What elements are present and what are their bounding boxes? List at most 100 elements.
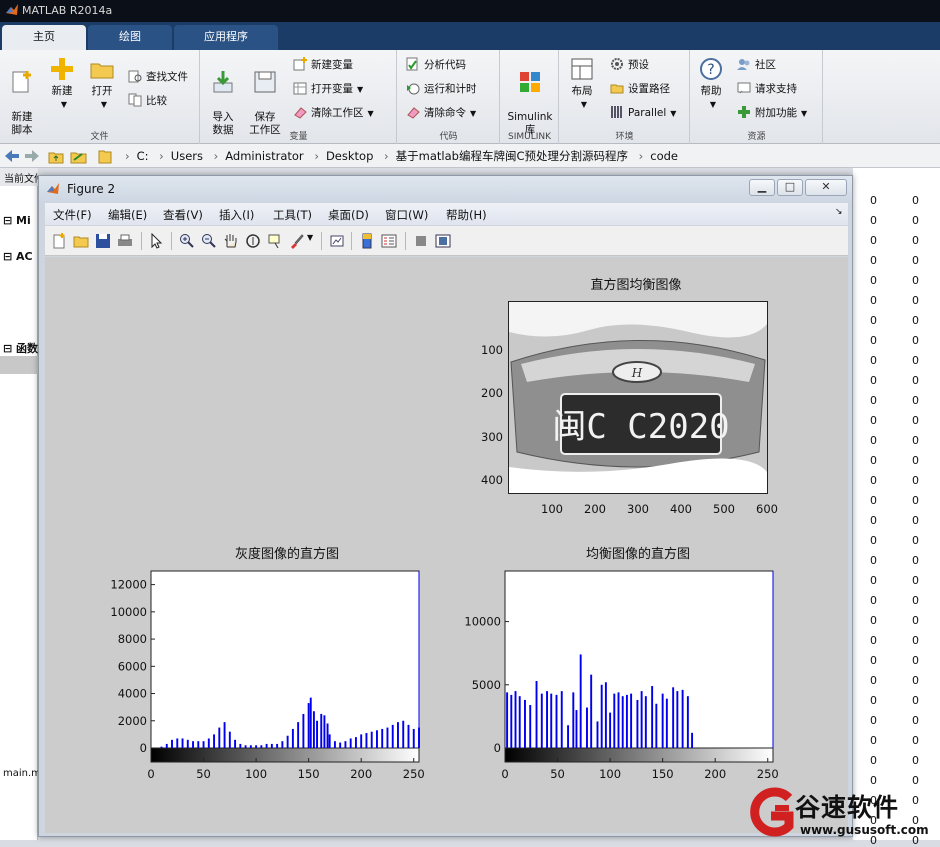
layout-button[interactable]: 布局 ▼ [566, 56, 598, 111]
breadcrumb-item[interactable]: Users [171, 149, 203, 163]
find-files-button[interactable]: 查找文件 [128, 68, 188, 86]
clear-workspace-button[interactable]: 清除工作区 ▼ [293, 104, 374, 122]
open-variable-button[interactable]: 打开变量 ▼ [293, 80, 363, 98]
help-icon: ? [700, 58, 722, 80]
histogram-bar [312, 711, 315, 748]
chevron-down-icon: ▼ [580, 100, 588, 109]
menu-window[interactable]: 窗口(W) [385, 207, 428, 223]
open-file-icon[interactable] [73, 233, 89, 249]
histogram-bar [412, 728, 415, 748]
histogram-bar [386, 727, 389, 748]
print-icon[interactable] [117, 233, 133, 249]
menu-edit[interactable]: 编辑(E) [108, 207, 147, 223]
output-value: 0 [912, 394, 919, 407]
figure-title-bar[interactable]: Figure 2 ▁ □ ✕ [39, 176, 852, 202]
insert-colorbar-icon[interactable] [359, 233, 375, 249]
folder-section-ac[interactable]: ⊟ AC [3, 250, 33, 263]
tab-home[interactable]: 主页 [2, 25, 86, 50]
open-button[interactable]: 打开 ▼ [84, 56, 120, 111]
new-variable-button[interactable]: 新建变量 [293, 56, 353, 74]
maximize-button[interactable]: □ [777, 179, 803, 196]
zoom-out-icon[interactable] [201, 233, 217, 249]
histogram-bar [510, 694, 513, 748]
histogram-bar [672, 687, 675, 748]
equalized-histogram-chart[interactable]: 0 5000 10000 0 50 100 150 200 250 [445, 557, 845, 782]
forward-arrow-icon[interactable] [24, 149, 40, 163]
menu-view[interactable]: 查看(V) [163, 207, 203, 223]
hide-plot-tools-icon[interactable] [413, 233, 429, 249]
menu-desktop[interactable]: 桌面(D) [328, 207, 369, 223]
parallel-button[interactable]: Parallel ▼ [610, 104, 676, 122]
histogram-bar [307, 703, 310, 748]
breadcrumb-separator: › [638, 149, 644, 163]
new-button[interactable]: 新建 ▼ [44, 56, 80, 111]
selected-row[interactable] [0, 356, 38, 374]
breadcrumb-separator: › [213, 149, 219, 163]
pointer-arrow-icon[interactable] [149, 233, 165, 249]
chevron-down-icon: ▼ [357, 85, 364, 94]
histogram-bar [302, 713, 305, 748]
save-icon[interactable] [95, 233, 111, 249]
output-value: 0 [870, 294, 877, 307]
show-plot-tools-icon[interactable] [435, 233, 451, 249]
breadcrumb-item[interactable]: Administrator [225, 149, 303, 163]
output-value: 0 [912, 574, 919, 587]
set-path-button[interactable]: 设置路径 [610, 80, 670, 98]
add-ons-button[interactable]: 附加功能 ▼ [737, 104, 807, 122]
output-value: 0 [870, 714, 877, 727]
breadcrumb-item[interactable]: Desktop [326, 149, 373, 163]
brush-icon[interactable] [289, 233, 305, 249]
preferences-button[interactable]: 预设 [610, 56, 649, 74]
menu-help[interactable]: 帮助(H) [446, 207, 487, 223]
dock-arrow-icon[interactable]: ↘ [835, 207, 843, 217]
rotate-3d-icon[interactable] [245, 233, 261, 249]
folder-section-functions[interactable]: ⊟ 函数 [3, 340, 38, 356]
menu-tools[interactable]: 工具(T) [273, 207, 312, 223]
clear-commands-button[interactable]: 清除命令 ▼ [406, 104, 476, 122]
minimize-button[interactable]: ▁ [749, 179, 775, 196]
output-value: 0 [912, 354, 919, 367]
breadcrumb-item[interactable]: C: [137, 149, 149, 163]
browse-folder-icon[interactable] [70, 148, 88, 164]
output-value: 0 [912, 634, 919, 647]
tab-plots[interactable]: 绘图 [88, 25, 172, 50]
community-button[interactable]: 社区 [737, 56, 776, 74]
breadcrumb-item[interactable]: code [650, 149, 678, 163]
equalized-image-axes[interactable]: H 闽C C2020 [508, 301, 768, 494]
menu-file[interactable]: 文件(F) [53, 207, 92, 223]
data-cursor-icon[interactable] [267, 233, 283, 249]
request-support-button[interactable]: 请求支持 [737, 80, 797, 98]
output-value: 0 [870, 234, 877, 247]
gray-histogram-chart[interactable]: 0 2000 4000 6000 8000 10000 12000 0 50 100 150 200 2… [45, 557, 445, 782]
histogram-bar [407, 724, 410, 748]
toolbar-separator [405, 232, 406, 250]
zoom-in-icon[interactable] [179, 233, 195, 249]
breadcrumb-item[interactable]: 基于matlab编程车牌闽C预处理分割源码程序 [396, 149, 628, 163]
grayscale-colorbar [150, 747, 420, 763]
y-tick-label: 100 [481, 343, 503, 357]
link-plot-icon[interactable] [329, 233, 345, 249]
new-script-button[interactable]: 新建 脚本 [4, 56, 40, 137]
menu-insert[interactable]: 插入(I) [219, 207, 254, 223]
new-figure-icon[interactable] [51, 233, 67, 249]
analyze-code-button[interactable]: 分析代码 [406, 56, 466, 74]
close-button[interactable]: ✕ [805, 179, 847, 196]
x-tick-label: 50 [550, 767, 565, 781]
output-value: 0 [870, 274, 877, 287]
back-arrow-icon[interactable] [4, 149, 20, 163]
simulink-library-button[interactable]: Simulink 库 [505, 56, 555, 137]
figure-window[interactable]: Figure 2 ▁ □ ✕ 文件(F) 编辑(E) 查看(V) 插入(I) 工… [38, 175, 853, 837]
help-button[interactable]: ? 帮助 ▼ [697, 56, 725, 111]
tab-apps[interactable]: 应用程序 [174, 25, 278, 50]
up-folder-icon[interactable] [48, 148, 64, 164]
compare-button[interactable]: 比较 [128, 92, 167, 110]
save-workspace-button[interactable]: 保存 工作区 [245, 56, 285, 137]
histogram-bar [567, 725, 570, 748]
pan-hand-icon[interactable] [223, 233, 239, 249]
chevron-down-icon[interactable]: ▼ [307, 233, 313, 242]
insert-legend-icon[interactable] [381, 233, 397, 249]
folder-section-mi[interactable]: ⊟ Mi [3, 214, 31, 227]
import-data-button[interactable]: 导入 数据 [205, 56, 241, 137]
chevron-down-icon: ▼ [670, 109, 677, 118]
run-and-time-button[interactable]: 运行和计时 [406, 80, 477, 98]
